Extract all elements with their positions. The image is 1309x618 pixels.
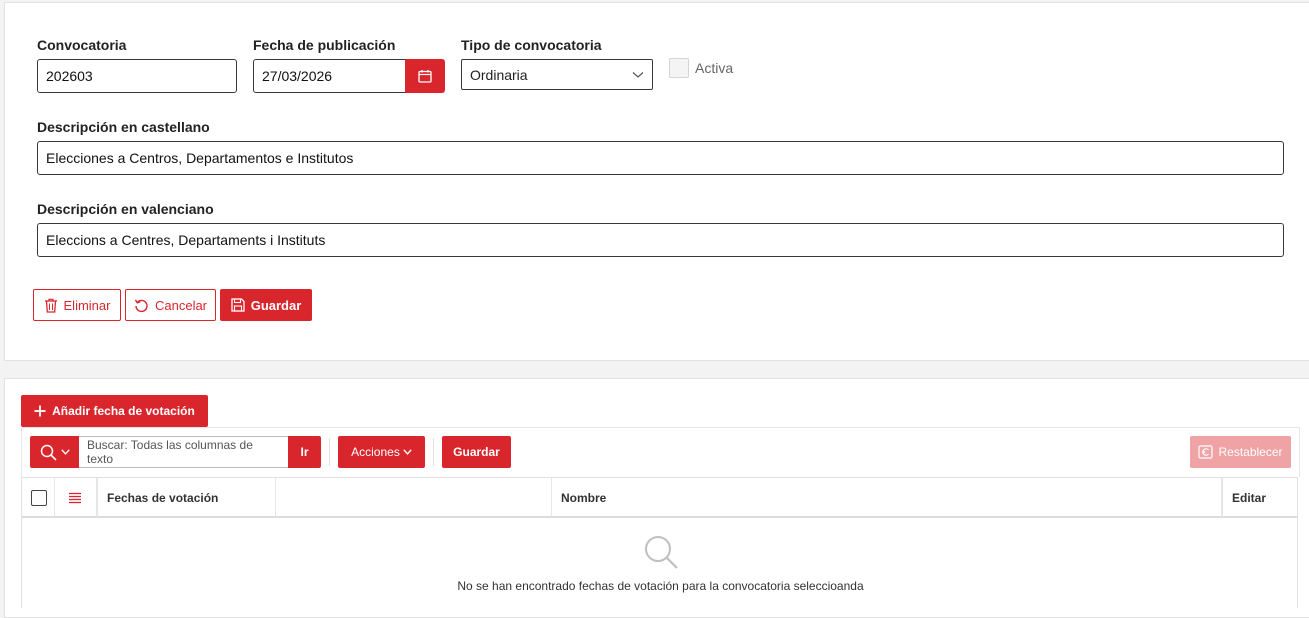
save-icon [231,298,245,312]
ir-button[interactable]: Ir [288,436,321,468]
column-header-empty[interactable] [276,478,552,517]
restablecer-button[interactable]: Restablecer [1190,436,1291,468]
calendar-button[interactable] [405,59,445,93]
toolbar-separator [329,438,330,466]
chevron-down-icon [403,449,412,455]
eliminar-label: Eliminar [63,297,111,313]
guardar-label: Guardar [250,297,302,313]
descripcion-valenciano-label: Descripción en valenciano [37,201,214,217]
descripcion-valenciano-input[interactable]: Eleccions a Centres, Departaments i Inst… [37,223,1284,257]
convocatoria-input[interactable]: 202603 [37,59,237,93]
toolbar-separator [433,438,434,466]
cancelar-label: Cancelar [154,297,208,313]
convocatoria-label: Convocatoria [37,37,127,53]
activa-checkbox[interactable] [669,58,689,78]
tipo-convocatoria-value: Ordinaria [470,66,528,83]
cancelar-button[interactable]: Cancelar [125,289,216,321]
ir-label: Ir [300,445,309,459]
restablecer-label: Restablecer [1218,445,1283,459]
search-input[interactable]: Buscar: Todas las columnas de texto [79,436,289,468]
descripcion-castellano-label: Descripción en castellano [37,119,210,135]
grid-body: No se han encontrado fechas de votación … [21,518,1298,608]
activa-label: Activa [695,60,734,76]
select-all-checkbox[interactable] [31,489,47,506]
plus-icon [34,405,46,417]
grid-header: Fechas de votación Nombre Editar [21,477,1298,518]
search-icon [40,444,57,461]
row-actions-header[interactable] [55,478,97,517]
hamburger-icon [69,492,81,503]
acciones-label: Acciones [351,445,400,459]
grid-guardar-label: Guardar [453,445,500,459]
fecha-publicacion-input[interactable]: 27/03/2026 [253,59,406,93]
column-header-editar[interactable]: Editar [1222,478,1299,517]
reset-icon [1198,445,1214,459]
search-column-button[interactable] [30,436,79,468]
descripcion-castellano-input[interactable]: Elecciones a Centros, Departamentos e In… [37,141,1284,175]
calendar-icon [418,70,432,83]
fecha-publicacion-label: Fecha de publicación [253,37,396,53]
search-icon [645,536,678,569]
empty-state-message: No se han encontrado fechas de votación … [457,579,864,593]
eliminar-button[interactable]: Eliminar [33,289,121,321]
acciones-menu-button[interactable]: Acciones [338,436,425,468]
undo-icon [134,298,148,312]
guardar-button[interactable]: Guardar [220,289,312,321]
column-header-nombre[interactable]: Nombre [552,478,1222,517]
tipo-convocatoria-select[interactable]: Ordinaria [461,59,653,90]
chevron-down-icon [60,449,70,455]
column-header-fechas[interactable]: Fechas de votación [97,478,276,517]
add-fecha-votacion-label: Añadir fecha de votación [52,404,195,418]
chevron-down-icon [632,71,644,78]
tipo-convocatoria-label: Tipo de convocatoria [461,37,602,53]
select-all-cell [22,478,55,517]
trash-icon [44,298,57,313]
add-fecha-votacion-button[interactable]: Añadir fecha de votación [21,395,208,427]
grid-guardar-button[interactable]: Guardar [442,436,511,468]
